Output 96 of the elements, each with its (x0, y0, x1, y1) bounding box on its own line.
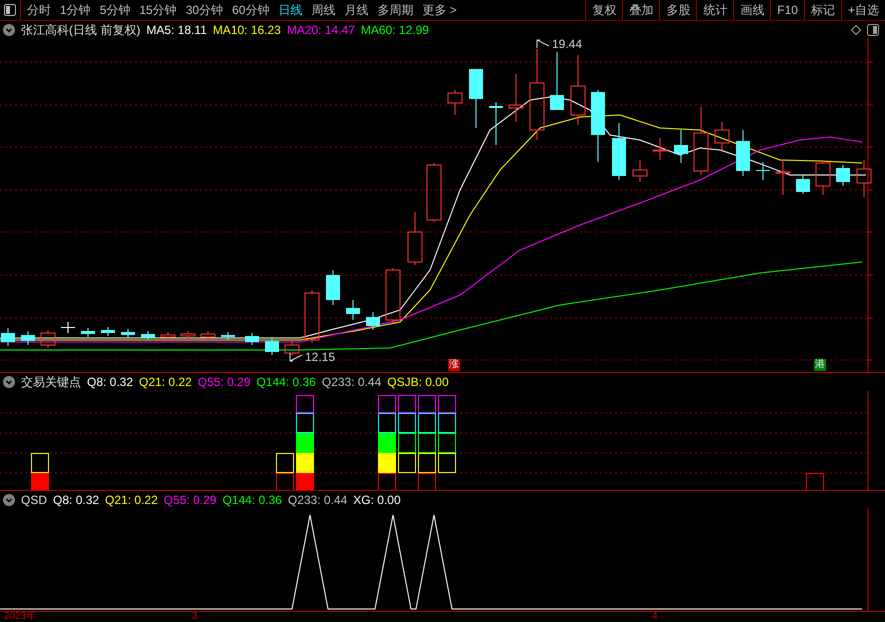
candlestick (426, 162, 442, 222)
period-tab[interactable]: 分时 (27, 4, 51, 16)
candlestick (550, 52, 564, 110)
candlestick (632, 160, 648, 182)
period-tab[interactable]: 更多 > (422, 4, 457, 16)
candlestick (694, 106, 708, 176)
panel-toggle-icon[interactable] (867, 24, 879, 36)
panel-title: QSD (21, 494, 48, 506)
toolbar-button[interactable]: +自选 (840, 0, 885, 20)
period-tab[interactable]: 60分钟 (232, 4, 270, 16)
candlestick (1, 328, 15, 346)
toolbar-button[interactable]: 统计 (696, 0, 734, 20)
low-price-label: 12.15 (305, 351, 336, 363)
candlestick (756, 162, 770, 180)
candlestick (40, 330, 56, 348)
candlestick (284, 340, 300, 356)
candlestick (326, 270, 340, 306)
indicator-value: Q55: 0.29 (164, 494, 216, 506)
panel-toggle-icon[interactable] (4, 4, 16, 16)
indicator-value: MA60: 12.99 (360, 24, 429, 36)
candlestick (221, 332, 235, 340)
period-tab[interactable]: 1分钟 (60, 4, 91, 16)
candlestick (856, 160, 872, 198)
indicator-value: Q233: 0.44 (322, 376, 382, 388)
axis-label: 3 (192, 612, 198, 622)
candlestick (469, 69, 483, 128)
toolbar-button[interactable]: F10 (770, 0, 804, 20)
candlestick (141, 330, 155, 340)
candlestick (570, 54, 586, 126)
period-tab[interactable]: 周线 (311, 4, 336, 16)
toolbar-button[interactable]: 画线 (733, 0, 770, 20)
candlestick (346, 300, 360, 320)
candlestick (796, 174, 810, 194)
dropdown-icon[interactable] (3, 24, 15, 36)
toolbar-button[interactable]: 叠加 (622, 0, 660, 20)
candlestick (652, 138, 668, 160)
candlestick (21, 330, 35, 346)
axis-label: 4 (652, 612, 658, 622)
candlestick (81, 328, 95, 338)
indicator-value: XG: 0.00 (353, 494, 401, 506)
candlestick (61, 322, 75, 334)
candlestick (508, 74, 524, 122)
period-tab[interactable]: 15分钟 (139, 4, 177, 16)
indicator-value: MA20: 14.47 (286, 24, 355, 36)
candlestick (180, 330, 196, 340)
signal-column (806, 473, 824, 490)
indicator-value: Q55: 0.29 (198, 376, 250, 388)
candlestick (714, 122, 730, 150)
dropdown-icon[interactable] (3, 494, 15, 506)
candlestick (101, 326, 115, 336)
indicator-value: Q144: 0.36 (222, 494, 282, 506)
event-marker[interactable]: 涨 (448, 359, 460, 371)
candlestick (366, 312, 380, 330)
toolbar-button[interactable]: 复权 (585, 0, 622, 20)
indicator-value: Q8: 0.32 (87, 376, 134, 388)
period-tab[interactable]: 日线 (278, 4, 302, 16)
panel-title: 张江高科(日线 前复权) (21, 24, 140, 36)
indicator-value: QSJB: 0.00 (387, 376, 449, 388)
period-tab[interactable]: 30分钟 (186, 4, 224, 16)
candlestick (386, 268, 400, 324)
signal-column (31, 453, 49, 490)
candlestick (816, 160, 830, 196)
candlestick (304, 290, 320, 344)
event-marker[interactable]: 港 (814, 359, 826, 371)
candlestick (489, 102, 503, 146)
candlestick (245, 332, 259, 346)
candlestick (674, 130, 688, 164)
diamond-icon[interactable] (851, 24, 861, 34)
indicator-value: Q21: 0.22 (105, 494, 158, 506)
candlestick (200, 330, 216, 340)
toolbar-button[interactable]: 标记 (804, 0, 841, 20)
indicator-value: Q233: 0.44 (288, 494, 348, 506)
panel-title: 交易关键点 (21, 376, 81, 388)
candlestick (265, 336, 279, 356)
candlestick (121, 328, 135, 338)
candlestick (836, 164, 850, 186)
candlestick (776, 160, 790, 196)
toolbar-button[interactable]: 多股 (659, 0, 696, 20)
period-tab[interactable]: 月线 (344, 4, 368, 16)
candlestick (736, 130, 750, 176)
signal-column (276, 453, 294, 490)
candlestick (448, 90, 462, 116)
indicator-value: MA5: 18.11 (146, 24, 207, 36)
pointer-arrow-icon (536, 39, 550, 49)
indicator-value: MA10: 16.23 (212, 24, 281, 36)
period-tab[interactable]: 5分钟 (100, 4, 130, 16)
dropdown-icon[interactable] (3, 376, 15, 388)
indicator-value: Q21: 0.22 (139, 376, 192, 388)
candlestick (408, 212, 422, 266)
high-price-label: 19.44 (552, 38, 582, 50)
period-tab[interactable]: 多周期 (377, 4, 414, 16)
indicator-value: Q144: 0.36 (256, 376, 316, 388)
indicator-value: Q8: 0.32 (53, 494, 100, 506)
candlestick (612, 122, 626, 180)
pointer-arrow-icon (289, 352, 303, 362)
candlestick (160, 332, 176, 340)
